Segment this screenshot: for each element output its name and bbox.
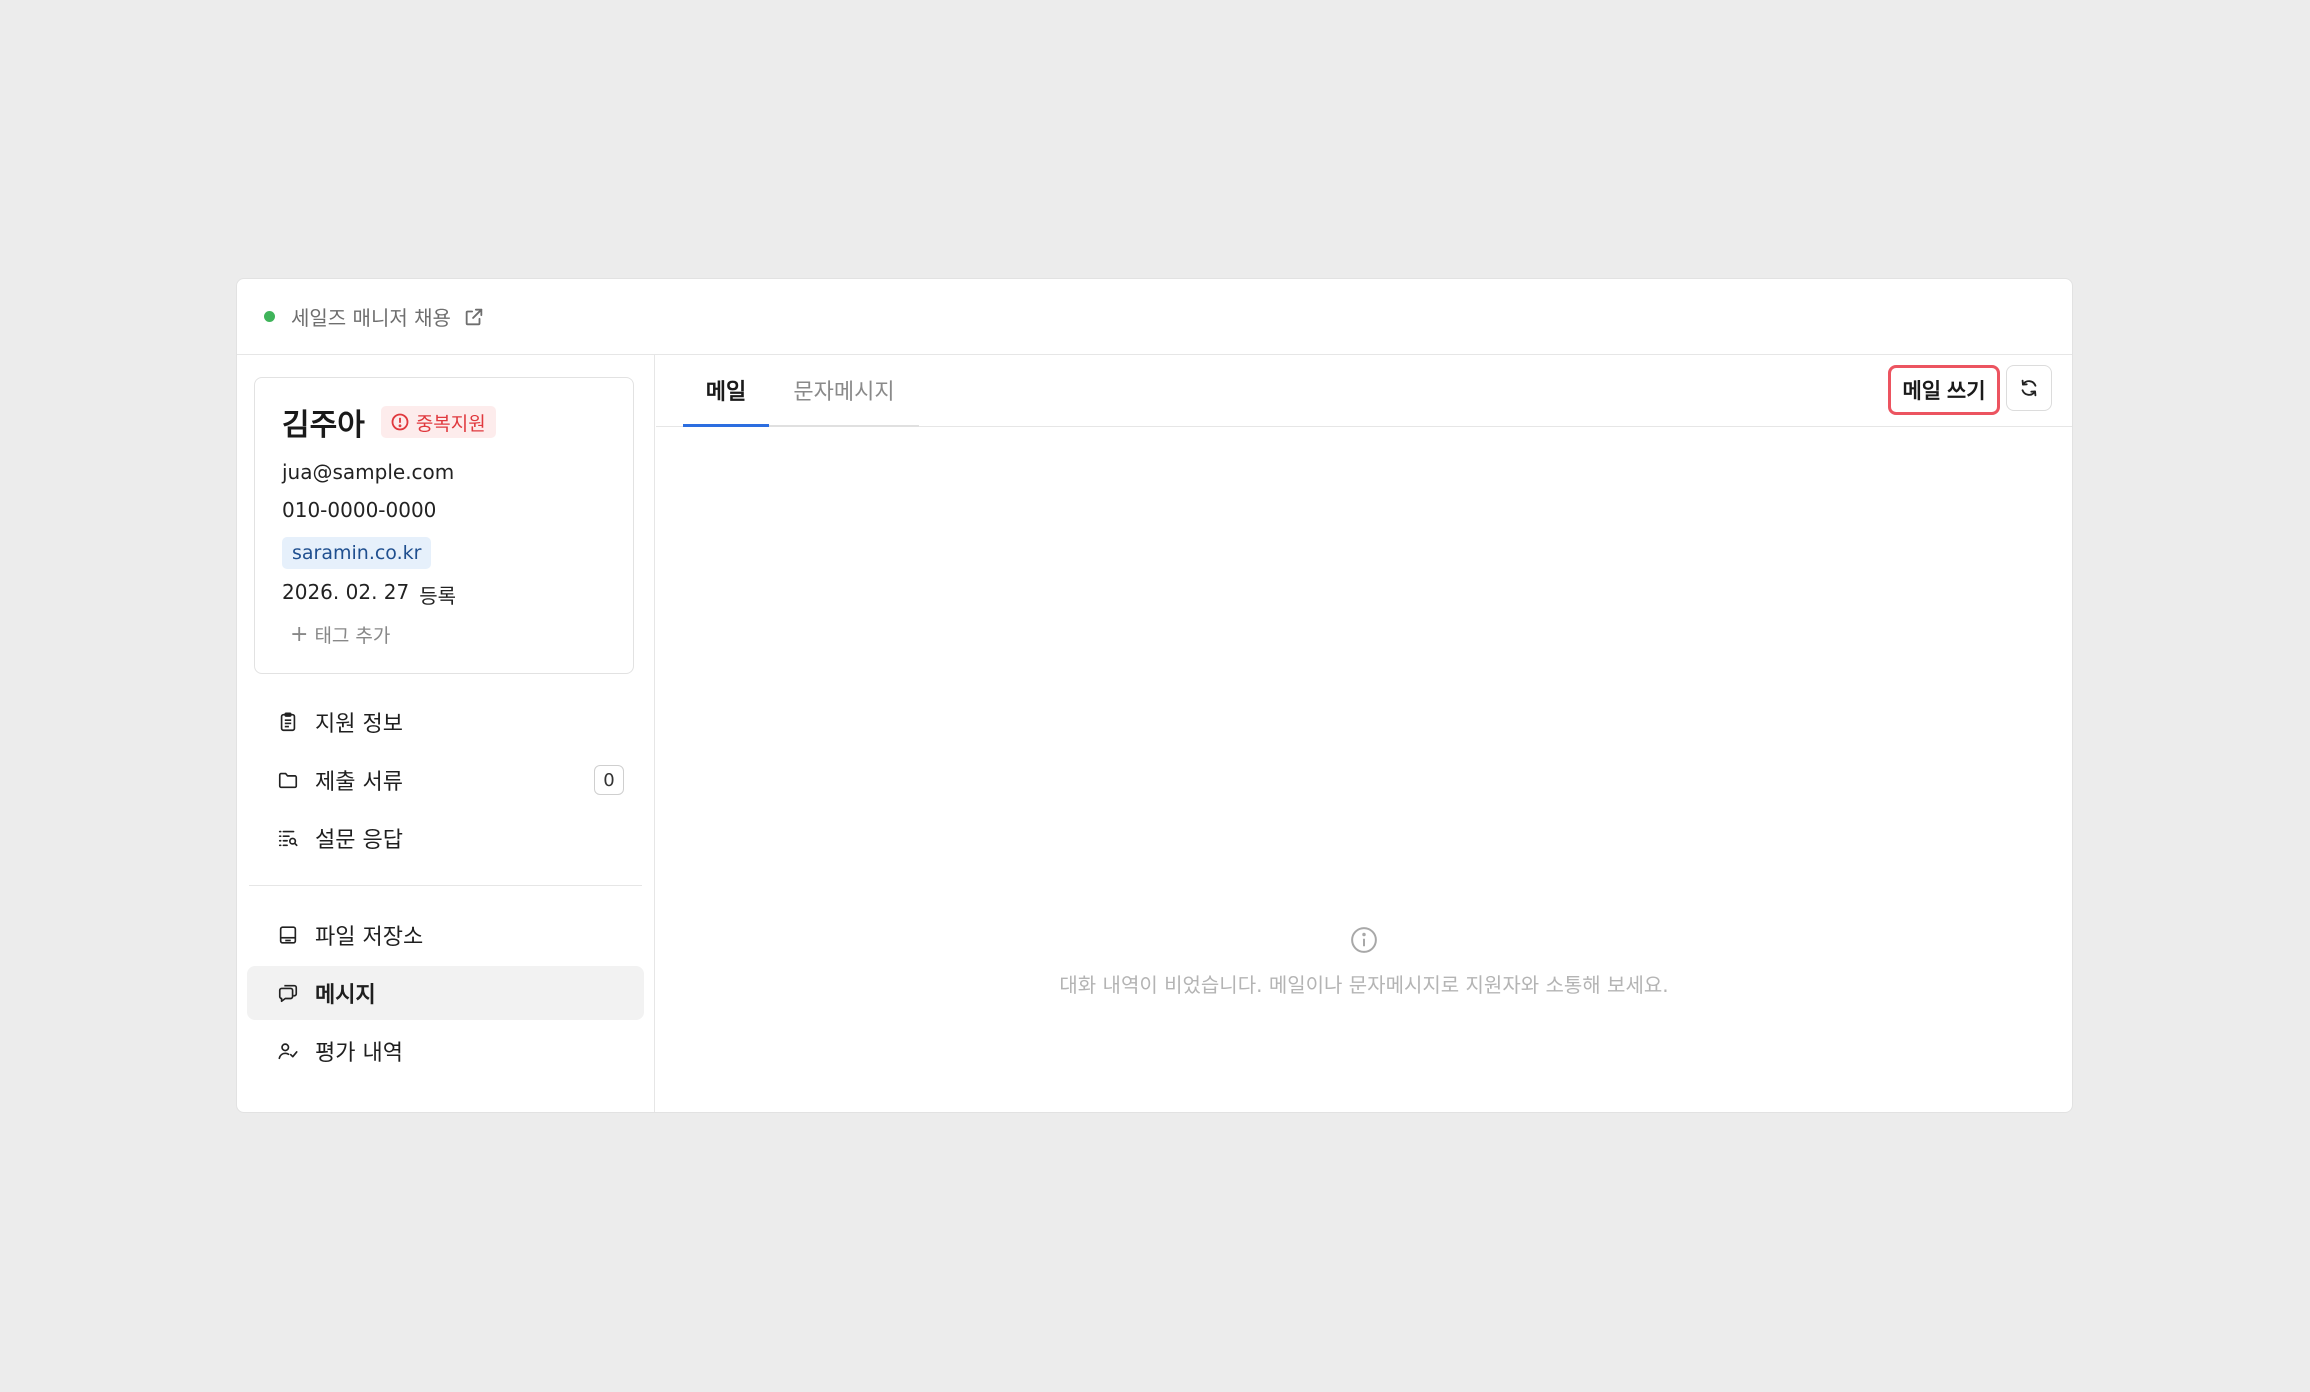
sidebar-item-label: 지원 정보 (315, 712, 403, 737)
registered-label: 등록 (419, 584, 457, 608)
message-tabs: 메일 문자메시지 메일 쓰기 (656, 355, 2072, 427)
sidebar-item-label: 평가 내역 (315, 1041, 403, 1066)
sidebar: 김주아 중복지원 jua@sample.com 010-0000-0000 sa… (237, 355, 655, 1112)
job-header: 세일즈 매니저 채용 (237, 279, 2072, 355)
sidebar-item-application-info[interactable]: 지원 정보 (247, 695, 644, 749)
empty-state: 대화 내역이 비었습니다. 메일이나 문자메시지로 지원자와 소통해 보세요. (656, 925, 2072, 998)
refresh-icon (2018, 377, 2040, 399)
sidebar-item-messages[interactable]: 메시지 (247, 966, 644, 1020)
info-icon (1349, 925, 1379, 955)
duplicate-badge-label: 중복지원 (415, 412, 486, 435)
sidebar-item-file-storage[interactable]: 파일 저장소 (247, 908, 644, 962)
sidebar-item-label: 설문 응답 (315, 828, 403, 853)
user-check-icon (275, 1038, 301, 1064)
candidate-card: 김주아 중복지원 jua@sample.com 010-0000-0000 sa… (254, 377, 634, 674)
job-title[interactable]: 세일즈 매니저 채용 (291, 302, 451, 331)
sidebar-item-label: 제출 서류 (315, 770, 403, 795)
compose-mail-button[interactable]: 메일 쓰기 (1888, 365, 2000, 415)
registered-row: 2026. 02. 27 등록 (282, 580, 606, 609)
alert-circle-icon (390, 412, 410, 432)
refresh-button[interactable] (2006, 365, 2052, 411)
sidebar-item-label: 메시지 (315, 983, 376, 1008)
sidebar-menu: 지원 정보 제출 서류 0 설문 응답 파일 저장소 메시지 평가 내역 (237, 695, 654, 1082)
clipboard-icon (275, 709, 301, 735)
list-search-icon (275, 825, 301, 851)
applicant-detail-window: 세일즈 매니저 채용 김주아 중복지원 jua@sample.com 010-0… (236, 278, 2073, 1113)
tab-sms[interactable]: 문자메시지 (769, 355, 919, 427)
candidate-email: jua@sample.com (282, 460, 455, 484)
sidebar-item-evaluations[interactable]: 평가 내역 (247, 1024, 644, 1078)
candidate-name: 김주아 (282, 408, 365, 443)
duplicate-badge: 중복지원 (380, 406, 496, 438)
chat-icon (275, 980, 301, 1006)
plus-icon: + (290, 622, 309, 647)
add-tag-button[interactable]: + 태그 추가 (282, 621, 606, 648)
add-tag-label: 태그 추가 (314, 625, 391, 647)
sidebar-item-label: 파일 저장소 (315, 925, 424, 950)
menu-divider (249, 885, 642, 886)
storage-icon (275, 922, 301, 948)
source-tag[interactable]: saramin.co.kr (282, 537, 432, 569)
candidate-phone: 010-0000-0000 (282, 498, 437, 522)
document-count-badge: 0 (594, 765, 624, 795)
folder-icon (275, 767, 301, 793)
registered-date: 2026. 02. 27 (282, 580, 410, 604)
tab-mail[interactable]: 메일 (683, 355, 769, 427)
message-panel: 메일 문자메시지 메일 쓰기 대화 내역이 비었습니다. 메일이나 문자메시지로… (656, 355, 2072, 1112)
status-dot (264, 311, 275, 322)
sidebar-item-documents[interactable]: 제출 서류 0 (247, 753, 644, 807)
external-link-icon[interactable] (463, 306, 485, 328)
sidebar-item-survey[interactable]: 설문 응답 (247, 811, 644, 865)
empty-state-message: 대화 내역이 비었습니다. 메일이나 문자메시지로 지원자와 소통해 보세요. (1059, 973, 1669, 997)
